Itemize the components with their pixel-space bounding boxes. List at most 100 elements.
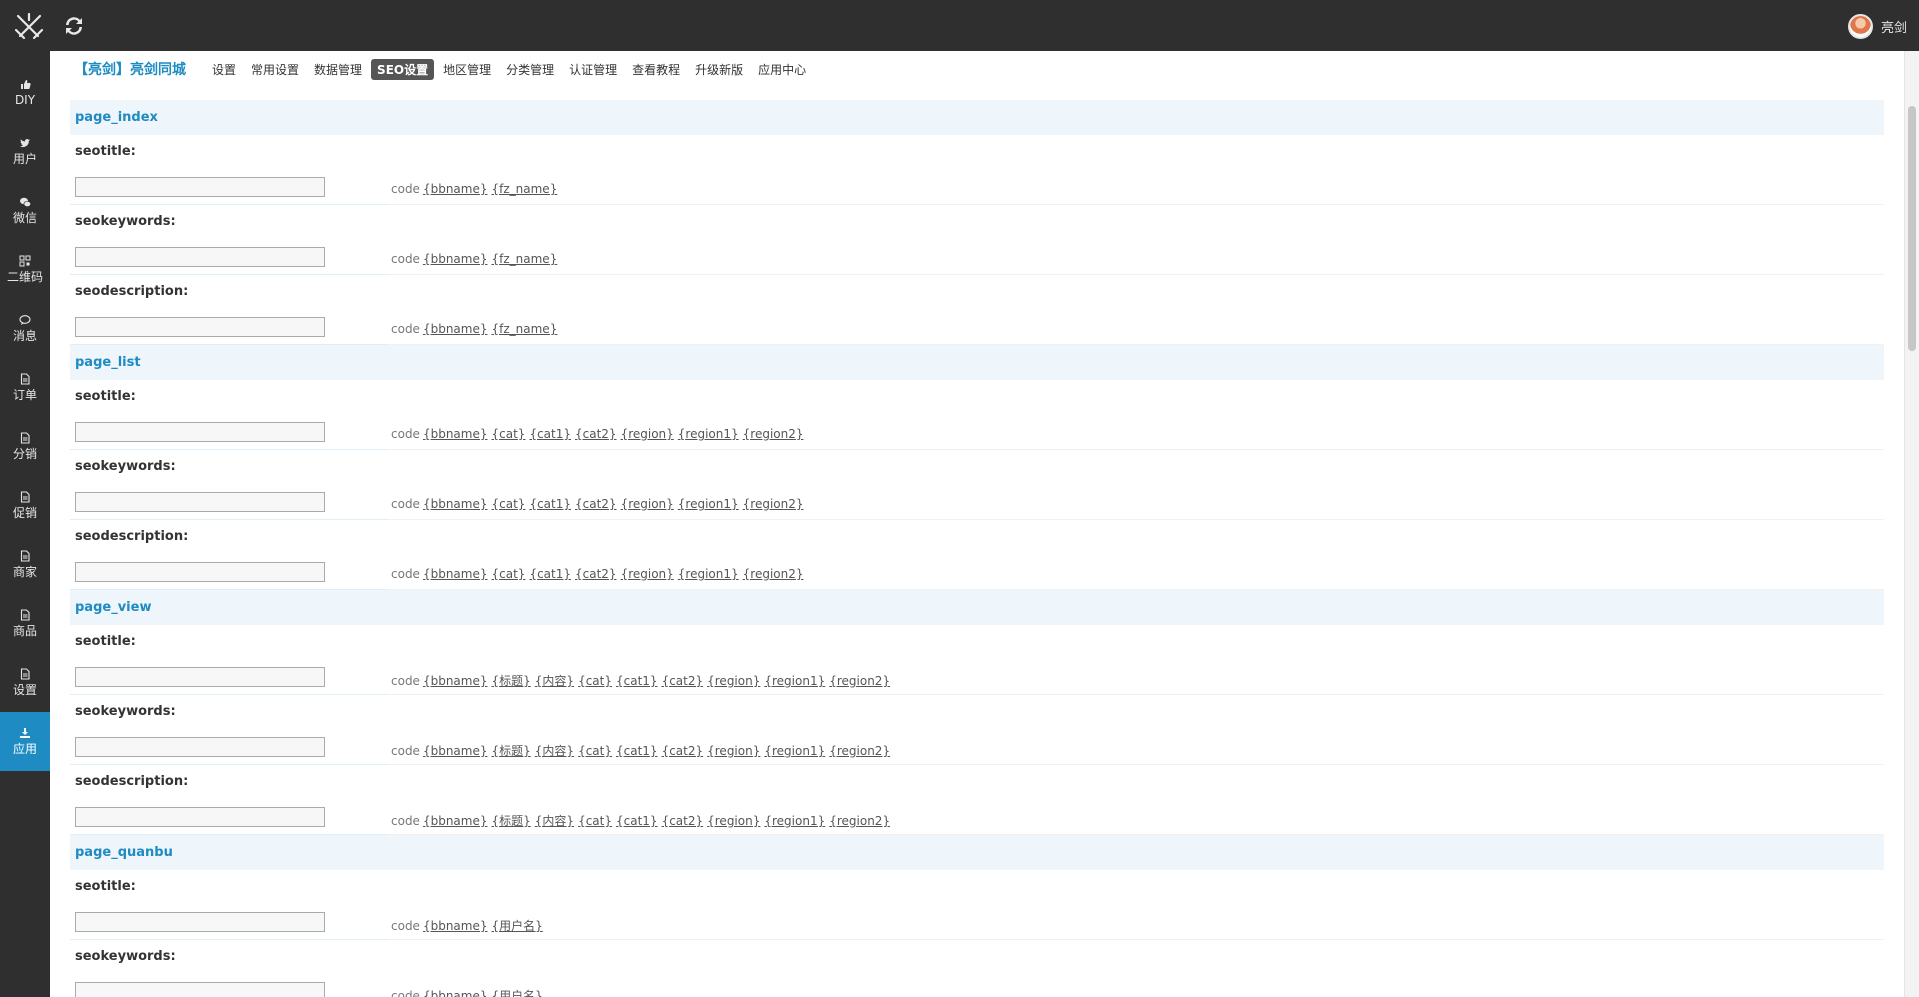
- page-quanbu-seokeywords-input[interactable]: [75, 982, 325, 997]
- code-token[interactable]: {bbname}: [423, 427, 488, 441]
- page-index-seokeywords-input[interactable]: [75, 247, 325, 267]
- code-token[interactable]: {cat2}: [575, 497, 617, 511]
- code-token[interactable]: {region}: [707, 814, 760, 828]
- sidebar-item-订单[interactable]: 订单: [0, 358, 50, 417]
- code-token[interactable]: {cat2}: [662, 674, 704, 688]
- code-token[interactable]: {cat2}: [575, 567, 617, 581]
- code-token[interactable]: {用户名}: [492, 919, 543, 933]
- sidebar-item-促销[interactable]: 促销: [0, 476, 50, 535]
- code-token[interactable]: {bbname}: [423, 989, 488, 997]
- code-token[interactable]: {cat2}: [662, 744, 704, 758]
- tab-常用设置[interactable]: 常用设置: [245, 59, 305, 80]
- sidebar-item-二维码[interactable]: 二维码: [0, 240, 50, 299]
- refresh-icon[interactable]: [62, 14, 86, 38]
- sidebar-item-微信[interactable]: 微信: [0, 181, 50, 240]
- username[interactable]: 亮剑: [1881, 17, 1907, 36]
- code-token[interactable]: {内容}: [535, 814, 574, 828]
- code-token[interactable]: {标题}: [492, 814, 531, 828]
- page-list-seodescription-input[interactable]: [75, 562, 325, 582]
- code-token[interactable]: {region2}: [829, 674, 890, 688]
- code-token[interactable]: {标题}: [492, 674, 531, 688]
- tab-升级新版[interactable]: 升级新版: [689, 59, 749, 80]
- code-token[interactable]: {bbname}: [423, 567, 488, 581]
- code-token[interactable]: {cat}: [492, 427, 526, 441]
- page-index-seotitle-input[interactable]: [75, 177, 325, 197]
- sidebar-item-应用[interactable]: 应用: [0, 712, 50, 771]
- code-token[interactable]: {region2}: [829, 814, 890, 828]
- code-token[interactable]: {bbname}: [423, 497, 488, 511]
- page-index-seodescription-input[interactable]: [75, 317, 325, 337]
- code-token[interactable]: {region2}: [829, 744, 890, 758]
- code-token[interactable]: {region}: [621, 567, 674, 581]
- code-token[interactable]: {region}: [707, 744, 760, 758]
- code-token[interactable]: {region1}: [764, 744, 825, 758]
- tab-认证管理[interactable]: 认证管理: [563, 59, 623, 80]
- code-token[interactable]: {cat1}: [529, 497, 571, 511]
- code-token[interactable]: {region}: [621, 497, 674, 511]
- tab-数据管理[interactable]: 数据管理: [308, 59, 368, 80]
- code-token[interactable]: {内容}: [535, 744, 574, 758]
- sidebar-item-diy[interactable]: DIY: [0, 63, 50, 122]
- code-token[interactable]: {cat2}: [575, 427, 617, 441]
- code-token[interactable]: {cat1}: [616, 744, 658, 758]
- code-token[interactable]: {bbname}: [423, 814, 488, 828]
- code-token[interactable]: {region}: [621, 427, 674, 441]
- code-token[interactable]: {cat}: [492, 497, 526, 511]
- code-token[interactable]: {region1}: [764, 674, 825, 688]
- code-token[interactable]: {用户名}: [492, 989, 543, 997]
- sidebar-item-用户[interactable]: 用户: [0, 122, 50, 181]
- code-token[interactable]: {bbname}: [423, 744, 488, 758]
- code-token[interactable]: {bbname}: [423, 252, 488, 266]
- document-icon: [20, 491, 30, 503]
- sidebar-item-分销[interactable]: 分销: [0, 417, 50, 476]
- code-token[interactable]: {cat}: [578, 674, 612, 688]
- code-token[interactable]: {cat}: [578, 744, 612, 758]
- code-token[interactable]: {region1}: [678, 427, 739, 441]
- tab-查看教程[interactable]: 查看教程: [626, 59, 686, 80]
- sidebar-item-商家[interactable]: 商家: [0, 535, 50, 594]
- page-view-seokeywords-input[interactable]: [75, 737, 325, 757]
- code-token[interactable]: {region2}: [743, 427, 804, 441]
- code-token[interactable]: {bbname}: [423, 182, 488, 196]
- user-menu[interactable]: 亮剑: [1847, 14, 1907, 39]
- code-token[interactable]: {region2}: [743, 497, 804, 511]
- scrollbar-thumb[interactable]: [1908, 106, 1916, 351]
- sidebar-item-设置[interactable]: 设置: [0, 653, 50, 712]
- page-view-seotitle-input[interactable]: [75, 667, 325, 687]
- logo-icon[interactable]: [14, 12, 44, 40]
- code-token[interactable]: {fz_name}: [492, 182, 558, 196]
- code-token[interactable]: {内容}: [535, 674, 574, 688]
- code-token[interactable]: {region1}: [678, 567, 739, 581]
- code-token[interactable]: {region}: [707, 674, 760, 688]
- code-token[interactable]: {cat1}: [616, 674, 658, 688]
- site-title[interactable]: 【亮剑】亮剑同城: [74, 59, 186, 79]
- avatar[interactable]: [1847, 14, 1873, 39]
- scrollbar[interactable]: [1904, 51, 1919, 997]
- page-quanbu-seotitle-input[interactable]: [75, 912, 325, 932]
- tab-应用中心[interactable]: 应用中心: [752, 59, 812, 80]
- code-token[interactable]: {cat1}: [616, 814, 658, 828]
- code-token[interactable]: {cat2}: [662, 814, 704, 828]
- code-token[interactable]: {bbname}: [423, 674, 488, 688]
- code-token[interactable]: {region1}: [764, 814, 825, 828]
- tab-地区管理[interactable]: 地区管理: [437, 59, 497, 80]
- page-list-seokeywords-input[interactable]: [75, 492, 325, 512]
- sidebar-item-消息[interactable]: 消息: [0, 299, 50, 358]
- code-token[interactable]: {fz_name}: [492, 252, 558, 266]
- code-token[interactable]: {cat}: [578, 814, 612, 828]
- code-token[interactable]: {fz_name}: [492, 322, 558, 336]
- sidebar-item-商品[interactable]: 商品: [0, 594, 50, 653]
- code-token[interactable]: {region2}: [743, 567, 804, 581]
- code-token[interactable]: {cat}: [492, 567, 526, 581]
- code-token[interactable]: {bbname}: [423, 322, 488, 336]
- page-view-seodescription-input[interactable]: [75, 807, 325, 827]
- code-token[interactable]: {cat1}: [529, 567, 571, 581]
- page-list-seotitle-input[interactable]: [75, 422, 325, 442]
- code-token[interactable]: {cat1}: [529, 427, 571, 441]
- tab-设置[interactable]: 设置: [206, 59, 242, 80]
- code-token[interactable]: {标题}: [492, 744, 531, 758]
- code-token[interactable]: {bbname}: [423, 919, 488, 933]
- tab-seo设置[interactable]: SEO设置: [371, 58, 435, 80]
- tab-分类管理[interactable]: 分类管理: [500, 59, 560, 80]
- code-token[interactable]: {region1}: [678, 497, 739, 511]
